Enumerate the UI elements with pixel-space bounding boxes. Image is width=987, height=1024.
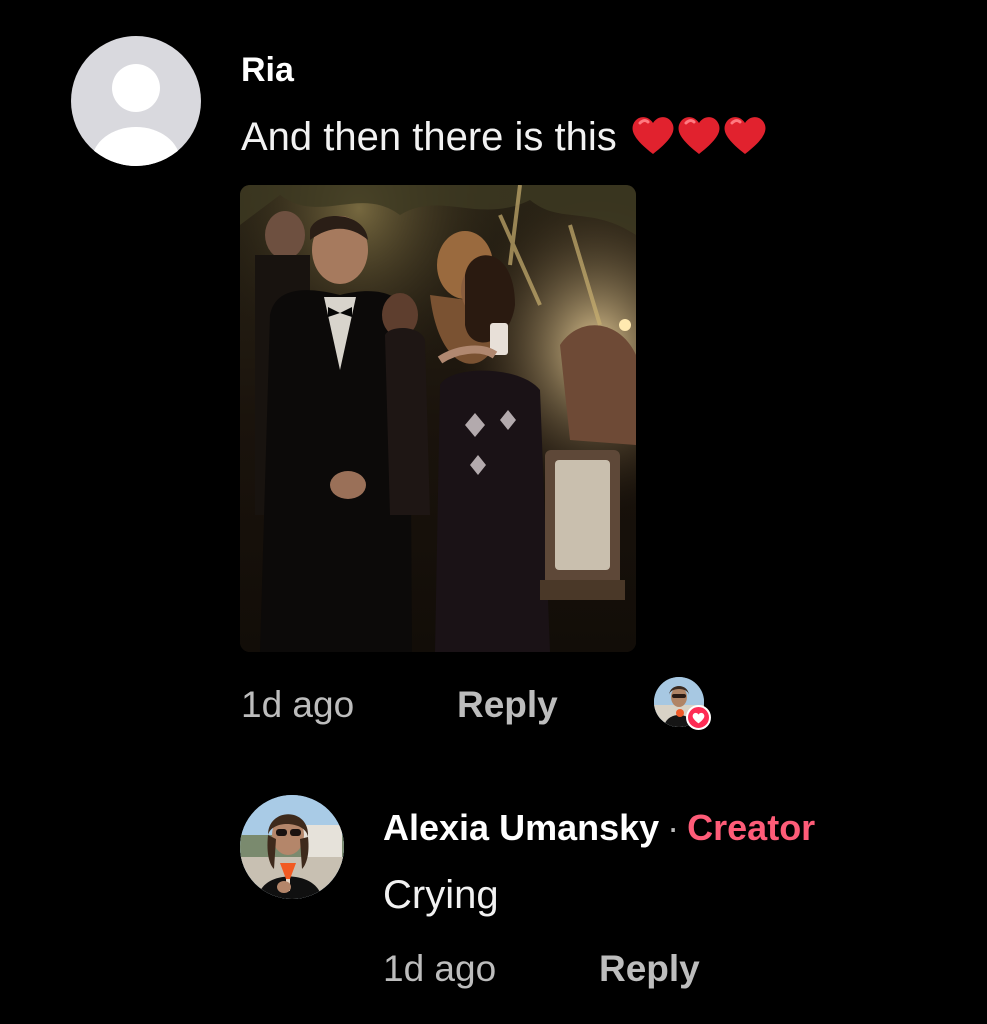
reply-timestamp: 1d ago bbox=[383, 948, 497, 989]
creator-badge: Creator bbox=[687, 807, 816, 848]
video-thumbnail-image bbox=[240, 185, 636, 652]
reply-button[interactable]: Reply bbox=[599, 946, 700, 992]
reply-meta-row: 1d ago Reply bbox=[383, 946, 883, 992]
heart-emojis bbox=[631, 114, 769, 168]
separator-dot: · bbox=[667, 807, 680, 848]
comment-video-thumbnail[interactable] bbox=[240, 185, 636, 652]
comment-text: And then there is this bbox=[241, 112, 769, 168]
comment-username[interactable]: Ria bbox=[241, 50, 294, 90]
red-heart-icon bbox=[632, 117, 674, 154]
red-heart-icon bbox=[678, 117, 720, 154]
liked-by-creator-indicator bbox=[654, 677, 714, 735]
heart-icon bbox=[692, 712, 705, 723]
default-avatar[interactable] bbox=[71, 36, 201, 166]
creator-avatar[interactable] bbox=[240, 795, 344, 899]
reply-username[interactable]: Alexia Umansky bbox=[383, 807, 659, 848]
red-heart-icon bbox=[724, 117, 766, 154]
heart-badge-icon bbox=[686, 705, 711, 730]
reply-text: Crying bbox=[383, 873, 499, 917]
user-silhouette-icon bbox=[92, 64, 180, 166]
comment-timestamp: 1d ago bbox=[241, 684, 355, 725]
reply-header: Alexia Umansky · Creator bbox=[383, 805, 815, 851]
comment-body: And then there is this bbox=[241, 115, 617, 159]
reply-button[interactable]: Reply bbox=[457, 682, 558, 728]
comment-meta-row: 1d ago Reply bbox=[241, 677, 841, 730]
creator-avatar-image bbox=[240, 795, 344, 899]
